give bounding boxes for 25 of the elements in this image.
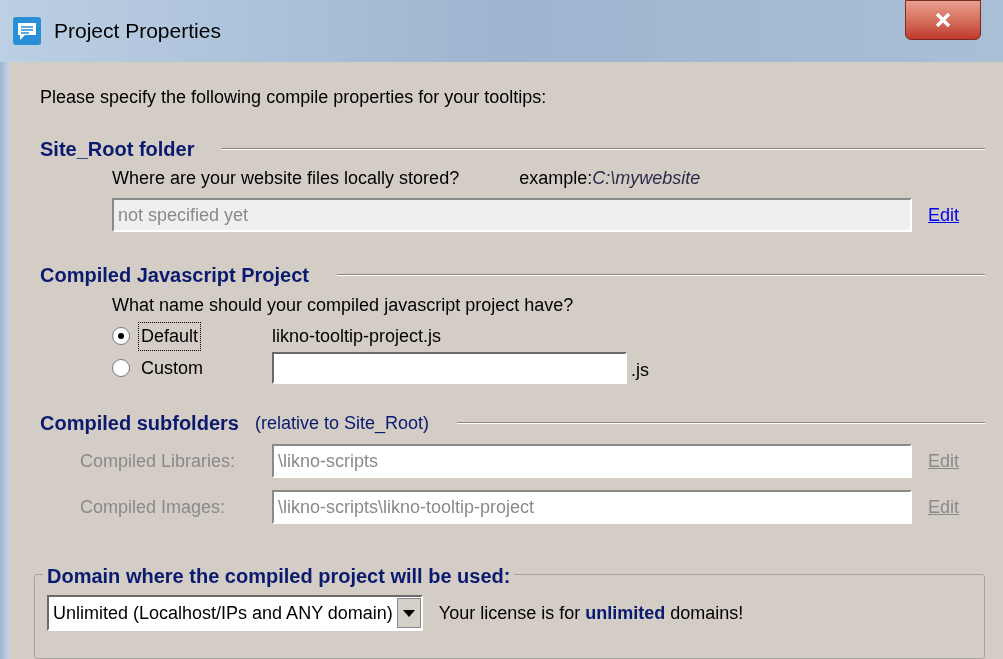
extension-text: .js <box>631 359 649 382</box>
section-heading: Compiled subfolders <box>40 411 239 436</box>
question-text: What name should your compiled javascript project have? <box>112 293 575 317</box>
license-text: Your license is for unlimited domains! <box>438 601 744 625</box>
edit-link[interactable]: Edit <box>928 201 960 229</box>
question-text: Where are your website files locally stored? <box>112 166 460 190</box>
radio-label[interactable]: Default <box>138 321 202 351</box>
dropdown-arrow-icon <box>402 609 415 617</box>
custom-name-field[interactable] <box>272 352 627 384</box>
radio-label[interactable]: Custom <box>138 354 206 382</box>
window-title: Project Properties <box>54 18 221 45</box>
radio-button[interactable] <box>112 327 130 345</box>
default-filename-text: likno-tooltip-project.js <box>272 324 442 348</box>
close-button[interactable] <box>905 0 981 40</box>
domain-dropdown[interactable]: Unlimited (Localhost/IPs and ANY domain) <box>47 595 423 631</box>
field-label: Compiled Libraries: <box>80 449 237 473</box>
radio-button[interactable] <box>112 359 130 377</box>
close-icon <box>934 13 952 27</box>
example-text: example:C:\mywebsite <box>519 166 701 190</box>
field-label: Compiled Images: <box>80 495 227 519</box>
section-heading: Site_Root folder <box>40 137 195 162</box>
intro-text: Please specify the following compile properties for your tooltips: <box>40 86 548 109</box>
section-heading: Compiled Javascript Project <box>40 263 309 288</box>
speech-bubble-icon <box>12 16 42 46</box>
heading-note: (relative to Site_Root) <box>254 411 429 436</box>
